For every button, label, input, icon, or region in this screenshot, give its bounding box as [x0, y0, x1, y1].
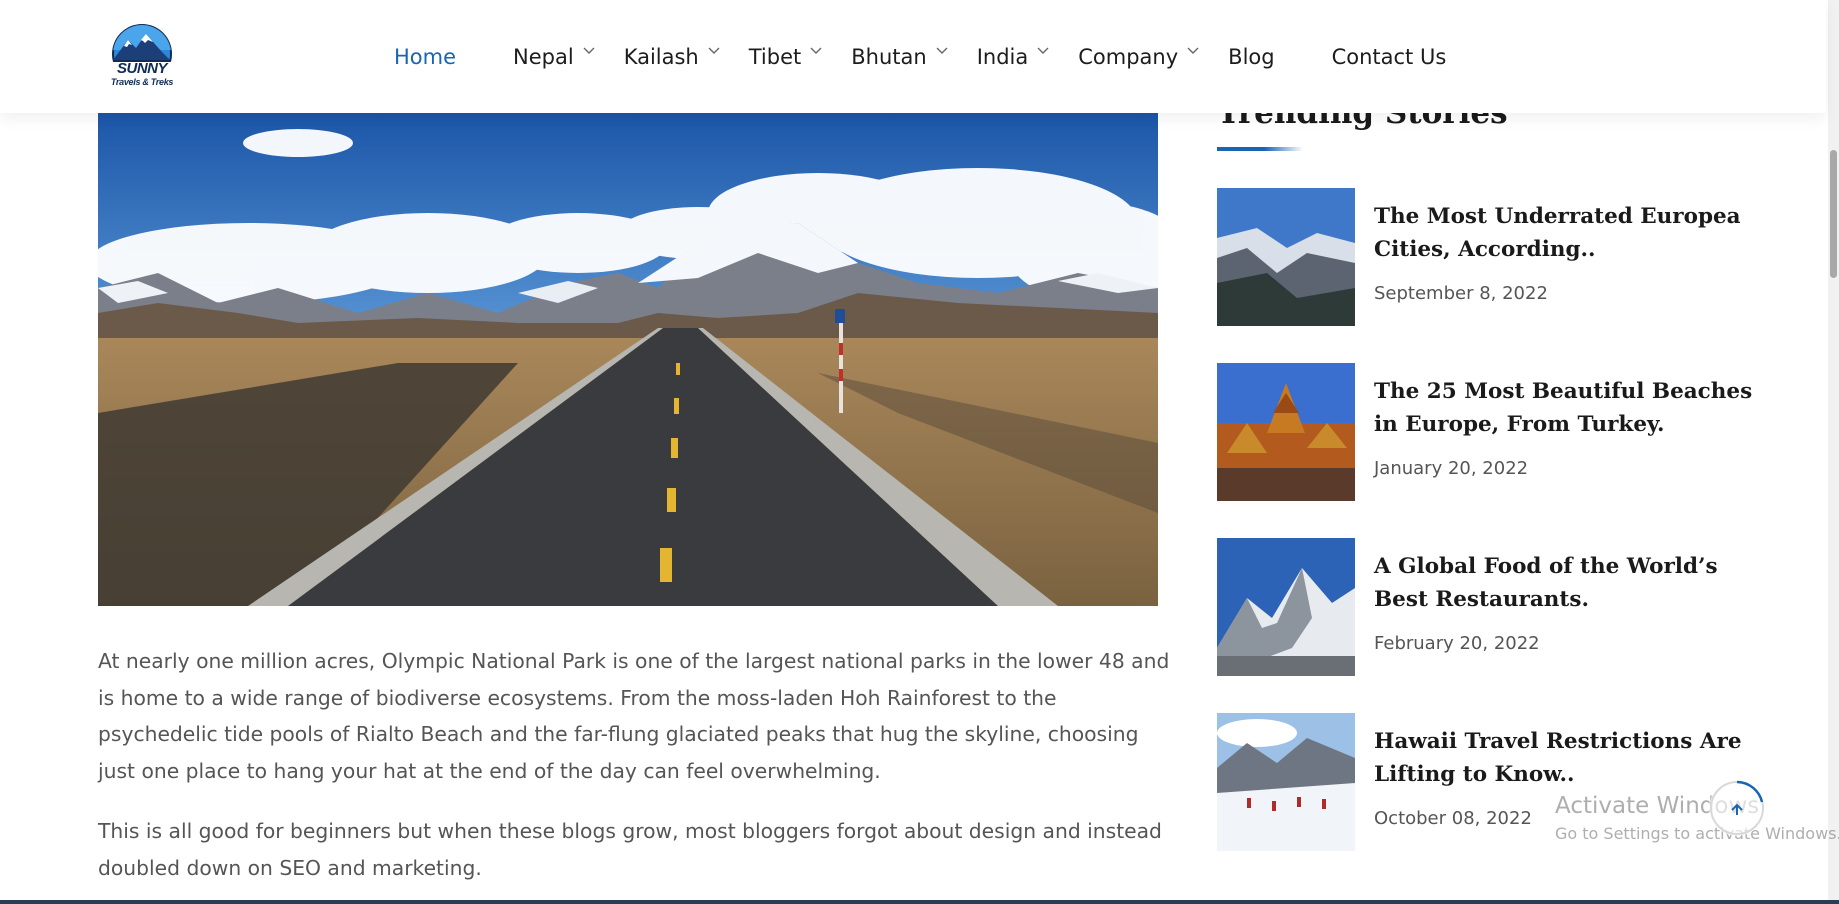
- story-date: January 20, 2022: [1374, 458, 1529, 479]
- nav-contact-us[interactable]: Contact Us: [1332, 45, 1447, 69]
- main-navigation: Home Nepal Kailash Tibet Bhutan India Co…: [394, 0, 1446, 113]
- nav-bhutan[interactable]: Bhutan: [851, 44, 948, 69]
- trending-story-item[interactable]: A Global Food of the World’s Best Restau…: [1217, 538, 1777, 676]
- chevron-down-icon: [583, 47, 595, 55]
- nav-kailash[interactable]: Kailash: [624, 45, 720, 69]
- chevron-down-icon: [810, 47, 822, 55]
- story-title[interactable]: Hawaii Travel Restrictions Are Lifting t…: [1374, 725, 1764, 791]
- nav-company-label: Company: [1078, 44, 1179, 69]
- nav-nepal[interactable]: Nepal: [513, 45, 595, 69]
- page-scrollbar[interactable]: [1828, 0, 1839, 904]
- story-thumbnail[interactable]: [1217, 713, 1355, 851]
- nav-tibet[interactable]: Tibet: [749, 45, 823, 69]
- arrow-up-icon: [1710, 780, 1764, 835]
- nav-home-label: Home: [394, 44, 457, 69]
- story-date: February 20, 2022: [1374, 633, 1540, 654]
- sidebar-title-underline: [1217, 147, 1303, 151]
- scroll-to-top-button[interactable]: [1709, 780, 1765, 836]
- article-hero-image: [98, 113, 1158, 606]
- story-thumbnail[interactable]: [1217, 188, 1355, 326]
- scrollbar-thumb[interactable]: [1830, 150, 1837, 278]
- story-date: September 8, 2022: [1374, 283, 1548, 304]
- trending-story-item[interactable]: Hawaii Travel Restrictions Are Lifting t…: [1217, 713, 1777, 851]
- taskbar-edge: [0, 900, 1839, 904]
- site-logo[interactable]: SUNNY Travels & Treks: [106, 24, 178, 90]
- article-paragraph: At nearly one million acres, Olympic Nat…: [98, 649, 1170, 783]
- trending-story-item[interactable]: The Most Underrated Europea Cities, Acco…: [1217, 188, 1777, 326]
- nav-home[interactable]: Home: [394, 45, 456, 69]
- chevron-down-icon: [1187, 47, 1199, 55]
- nav-blog[interactable]: Blog: [1228, 45, 1274, 69]
- chevron-down-icon: [936, 47, 948, 55]
- story-thumbnail[interactable]: [1217, 363, 1355, 501]
- story-date: October 08, 2022: [1374, 808, 1532, 829]
- nav-india[interactable]: India: [977, 45, 1050, 69]
- nav-kailash-label: Kailash: [623, 44, 699, 69]
- logo-brand-text: SUNNY: [116, 60, 168, 77]
- nav-bhutan-label: Bhutan: [851, 44, 927, 69]
- site-header: SUNNY Travels & Treks Home Nepal Kailash…: [0, 0, 1826, 113]
- nav-india-label: India: [976, 44, 1029, 69]
- nav-tibet-label: Tibet: [748, 44, 802, 69]
- story-title[interactable]: The Most Underrated Europea Cities, Acco…: [1374, 200, 1764, 266]
- story-title[interactable]: A Global Food of the World’s Best Restau…: [1374, 550, 1764, 616]
- nav-company[interactable]: Company: [1078, 45, 1199, 69]
- nav-blog-label: Blog: [1228, 44, 1275, 69]
- story-title[interactable]: The 25 Most Beautiful Beaches in Europe,…: [1374, 375, 1764, 441]
- chevron-down-icon: [708, 47, 720, 55]
- logo-tagline-text: Travels & Treks: [110, 77, 174, 87]
- nav-nepal-label: Nepal: [513, 44, 574, 69]
- story-thumbnail[interactable]: [1217, 538, 1355, 676]
- trending-story-item[interactable]: The 25 Most Beautiful Beaches in Europe,…: [1217, 363, 1777, 501]
- nav-contact-us-label: Contact Us: [1331, 44, 1447, 69]
- article-paragraph: This is all good for beginners but when …: [98, 819, 1162, 880]
- chevron-down-icon: [1037, 47, 1049, 55]
